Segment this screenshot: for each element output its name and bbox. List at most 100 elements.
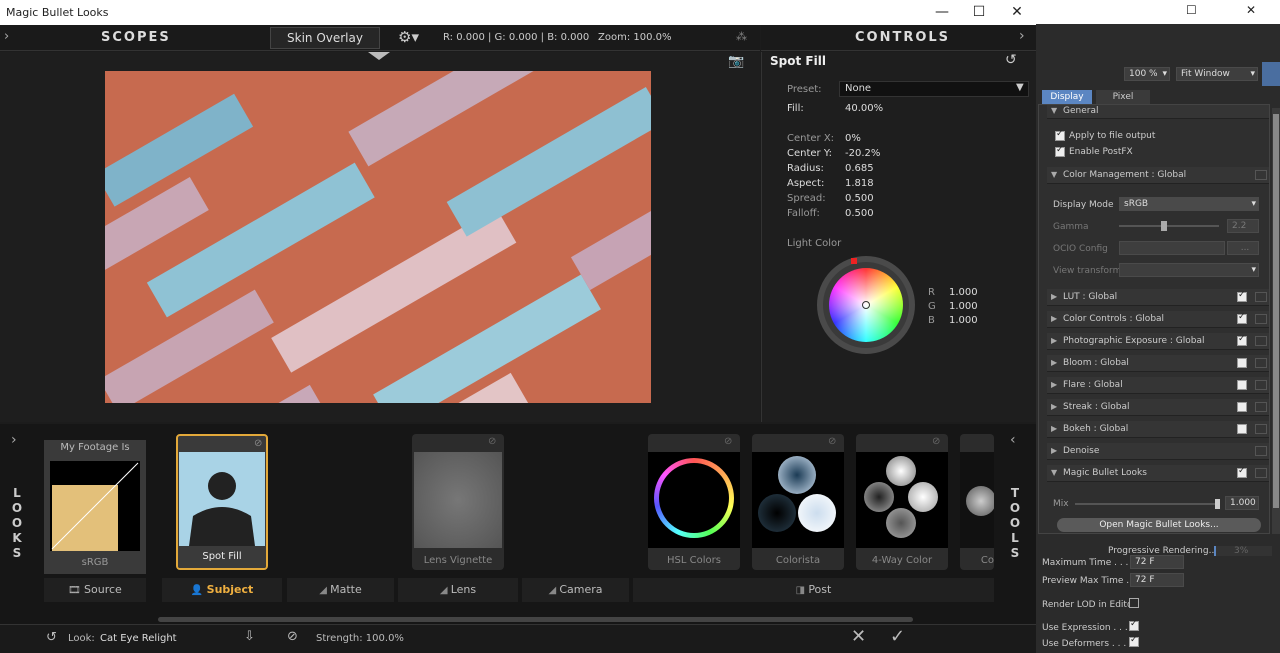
fill-value[interactable]: 40.00% xyxy=(845,103,883,114)
menu-icon[interactable] xyxy=(1255,424,1267,434)
minimize-button[interactable]: — xyxy=(924,0,960,25)
section-bloom[interactable]: ▶ Bloom : Global xyxy=(1047,355,1269,372)
stage-lens[interactable]: ◢ Lens xyxy=(398,578,518,602)
menu-icon[interactable] xyxy=(1255,402,1267,412)
display-mode-dropdown[interactable]: sRGB ▾ xyxy=(1119,197,1259,211)
camera-snapshot-icon[interactable]: 📷 xyxy=(728,54,744,69)
stage-source[interactable]: 🎞 Source xyxy=(44,578,146,602)
menu-icon[interactable] xyxy=(1255,170,1267,180)
enable-postfx-checkbox[interactable] xyxy=(1055,145,1065,157)
color-picker-handle[interactable] xyxy=(862,301,870,309)
strip-scrollbar[interactable] xyxy=(158,617,913,622)
tab-display[interactable]: Display xyxy=(1042,90,1092,104)
menu-icon[interactable] xyxy=(1255,358,1267,368)
mix-field[interactable]: 1.000 xyxy=(1225,496,1259,510)
menu-icon[interactable] xyxy=(1255,336,1267,346)
section-flare[interactable]: ▶ Flare : Global xyxy=(1047,377,1269,394)
use-deformers-checkbox[interactable] xyxy=(1129,635,1139,647)
stage-matte[interactable]: ◢ Matte xyxy=(287,578,394,602)
host-zoom-field[interactable]: 100 % ▾ xyxy=(1124,67,1170,81)
hue-marker[interactable] xyxy=(851,258,857,264)
maximize-button[interactable]: ☐ xyxy=(961,0,997,25)
view-transform-dropdown[interactable]: ▾ xyxy=(1119,263,1259,277)
viewer-handle-icon[interactable] xyxy=(368,52,390,60)
section-denoise[interactable]: ▶ Denoise xyxy=(1047,443,1269,460)
stage-post[interactable]: ◨ Post xyxy=(633,578,994,602)
tool-card-hsl-colors[interactable]: ⊘ HSL Colors xyxy=(648,434,740,570)
menu-icon[interactable] xyxy=(1255,468,1267,478)
photographic-exposure-checkbox[interactable] xyxy=(1237,334,1247,346)
disable-icon[interactable]: ⊘ xyxy=(254,438,262,449)
apply-output-checkbox[interactable] xyxy=(1055,129,1065,141)
tab-pixel[interactable]: Pixel xyxy=(1096,90,1150,104)
gamma-slider-handle[interactable] xyxy=(1161,221,1167,231)
menu-icon[interactable] xyxy=(1255,292,1267,302)
strength-value[interactable]: Strength: 100.0% xyxy=(316,633,404,644)
cancel-icon[interactable]: ✕ xyxy=(851,626,866,647)
mix-slider[interactable] xyxy=(1075,499,1220,509)
host-maximize-button[interactable]: ☐ xyxy=(1186,3,1197,17)
disable-icon[interactable]: ⊘ xyxy=(488,436,496,447)
lut-checkbox[interactable] xyxy=(1237,290,1247,302)
bokeh-checkbox[interactable] xyxy=(1237,424,1247,434)
color-controls-checkbox[interactable] xyxy=(1237,312,1247,324)
preview-max-field[interactable]: 72 F xyxy=(1130,573,1184,587)
section-magic-bullet-looks[interactable]: ▼ Magic Bullet Looks xyxy=(1047,465,1269,482)
menu-icon[interactable] xyxy=(1255,446,1267,456)
confirm-icon[interactable]: ✓ xyxy=(890,626,905,647)
section-photographic-exposure[interactable]: ▶ Photographic Exposure : Global xyxy=(1047,333,1269,350)
open-mbl-button[interactable]: Open Magic Bullet Looks... xyxy=(1057,518,1261,532)
disable-icon[interactable]: ⊘ xyxy=(932,436,940,447)
scopes-expand-icon[interactable]: › xyxy=(4,29,9,44)
tool-card-4-way-color[interactable]: ⊘ 4-Way Color xyxy=(856,434,948,570)
tool-card-partial[interactable]: Co xyxy=(960,434,994,570)
bloom-checkbox[interactable] xyxy=(1237,358,1247,368)
section-general[interactable]: ▼ General xyxy=(1047,105,1269,119)
render-lod-checkbox[interactable] xyxy=(1129,598,1139,608)
bypass-icon[interactable]: ⊘ xyxy=(287,629,298,644)
save-look-icon[interactable]: ⇩ xyxy=(244,629,255,644)
settings-scrollbar-thumb[interactable] xyxy=(1273,114,1279,508)
settings-gear-icon[interactable] xyxy=(1262,62,1280,86)
g-value[interactable]: 1.000 xyxy=(949,301,978,312)
max-time-field[interactable]: 72 F xyxy=(1130,555,1184,569)
gamma-slider[interactable] xyxy=(1119,221,1219,231)
scopes-options-icon[interactable]: ⁂ xyxy=(736,30,747,43)
color-wheel[interactable] xyxy=(817,256,915,354)
use-expression-checkbox[interactable] xyxy=(1129,619,1139,631)
tools-label[interactable]: T O O L S xyxy=(1008,486,1022,561)
radius-value[interactable]: 0.685 xyxy=(845,163,874,174)
gamma-field[interactable]: 2.2 xyxy=(1227,219,1259,233)
reset-icon[interactable]: ↺ xyxy=(1005,52,1017,68)
tool-card-lens-vignette[interactable]: ⊘ Lens Vignette xyxy=(412,434,504,570)
disable-icon[interactable]: ⊘ xyxy=(724,436,732,447)
stage-subject[interactable]: 👤 Subject xyxy=(162,578,282,602)
streak-checkbox[interactable] xyxy=(1237,402,1247,412)
section-bokeh[interactable]: ▶ Bokeh : Global xyxy=(1047,421,1269,438)
skin-overlay-button[interactable]: Skin Overlay xyxy=(270,27,380,49)
magic-bullet-looks-checkbox[interactable] xyxy=(1237,466,1247,478)
flare-checkbox[interactable] xyxy=(1237,380,1247,390)
ocio-config-field[interactable] xyxy=(1119,241,1225,255)
tools-collapse-icon[interactable]: ‹ xyxy=(1010,432,1016,448)
stage-camera[interactable]: ◢ Camera xyxy=(522,578,629,602)
close-button[interactable]: ✕ xyxy=(999,0,1035,25)
settings-scrollbar[interactable] xyxy=(1272,108,1280,534)
center-x-value[interactable]: 0% xyxy=(845,133,861,144)
section-color-management[interactable]: ▼ Color Management : Global xyxy=(1047,167,1269,184)
image-viewer[interactable]: 📷 xyxy=(0,52,760,422)
menu-icon[interactable] xyxy=(1255,314,1267,324)
fit-window-dropdown[interactable]: Fit Window ▾ xyxy=(1176,67,1258,81)
falloff-value[interactable]: 0.500 xyxy=(845,208,874,219)
section-color-controls[interactable]: ▶ Color Controls : Global xyxy=(1047,311,1269,328)
section-lut[interactable]: ▶ LUT : Global xyxy=(1047,289,1269,306)
r-value[interactable]: 1.000 xyxy=(949,287,978,298)
undo-icon[interactable]: ↺ xyxy=(46,630,57,645)
preset-dropdown[interactable]: None ▼ xyxy=(839,81,1029,97)
footage-card[interactable]: My Footage Is sRGB xyxy=(44,440,146,574)
aspect-value[interactable]: 1.818 xyxy=(845,178,874,189)
gear-icon[interactable]: ⚙▾ xyxy=(398,28,419,46)
look-name[interactable]: Cat Eye Relight xyxy=(100,633,177,644)
menu-icon[interactable] xyxy=(1255,380,1267,390)
mix-slider-handle[interactable] xyxy=(1215,499,1220,509)
